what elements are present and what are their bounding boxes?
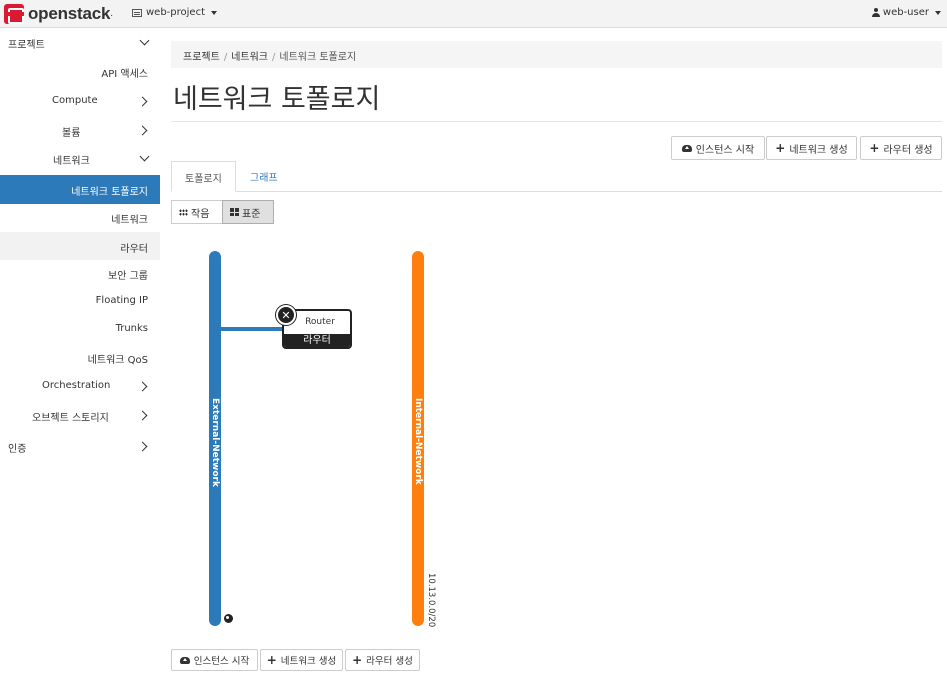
sidebar-item-volume[interactable]: 볼륨 [0, 117, 160, 143]
sidebar-item-project[interactable]: 프로젝트 [0, 28, 160, 56]
create-network-label: 네트워크 생성 [280, 656, 337, 667]
sidebar-item-label: 볼륨 [62, 128, 81, 139]
openstack-logo[interactable]: openstack. [4, 3, 113, 25]
breadcrumb-item-network[interactable]: 네트워크 [231, 52, 268, 63]
caret-down-icon [935, 10, 941, 15]
sidebar-item-compute[interactable]: Compute [0, 88, 160, 114]
breadcrumb: 프로젝트 / 네트워크 / 네트워크 토폴로지 [171, 41, 942, 68]
sidebar-item-label: Floating IP [95, 295, 148, 306]
sidebar-item-network-topology[interactable]: 네트워크 토폴로지 [0, 175, 160, 204]
router-icon: ✕ [276, 305, 296, 325]
create-router-button[interactable]: + 라우터 생성 [860, 136, 942, 160]
router-type-label: 라우터 [284, 334, 350, 347]
sidebar-item-security-groups[interactable]: 보안 그룹 [0, 260, 160, 288]
user-icon [871, 8, 880, 17]
header-divider [171, 121, 942, 122]
normal-view-toggle[interactable]: 표준 [222, 200, 274, 224]
create-network-label: 네트워크 생성 [789, 144, 848, 156]
create-router-button-bottom[interactable]: + 라우터 생성 [345, 649, 420, 671]
launch-instance-label: 인스턴스 시작 [193, 656, 250, 667]
breadcrumb-item-current: 네트워크 토폴로지 [279, 52, 357, 63]
cloud-upload-icon [681, 144, 692, 152]
sidebar-item-floating-ip[interactable]: Floating IP [0, 288, 160, 316]
sidebar: 프로젝트 API 액세스 Compute 볼륨 네트워크 네트워크 토폴로지 네… [0, 28, 160, 680]
breadcrumb-separator: / [223, 52, 228, 63]
sidebar-item-routers[interactable]: 라우터 [0, 232, 160, 260]
sidebar-item-label: 오브젝트 스토리지 [32, 413, 109, 424]
sidebar-item-label: Orchestration [42, 380, 111, 391]
chevron-down-icon [139, 151, 150, 162]
small-view-label: 작음 [191, 208, 210, 220]
create-router-label: 라우터 생성 [883, 144, 933, 156]
sidebar-item-label: 인증 [8, 444, 27, 455]
sidebar-item-label: Trunks [115, 323, 148, 334]
launch-instance-button-bottom[interactable]: 인스턴스 시작 [171, 649, 258, 671]
sidebar-item-label: 네트워크 [111, 215, 148, 226]
create-network-button-bottom[interactable]: + 네트워크 생성 [260, 649, 343, 671]
chevron-right-icon [137, 96, 148, 107]
project-dropdown[interactable]: web-project [132, 7, 217, 18]
chevron-right-icon [137, 410, 148, 421]
sidebar-item-label: API 액세스 [101, 69, 148, 80]
tab-topology[interactable]: 토폴로지 [171, 161, 236, 192]
create-router-label: 라우터 생성 [366, 656, 413, 667]
sidebar-item-network[interactable]: 네트워크 [0, 145, 160, 171]
view-tabs: 토폴로지 그래프 [171, 161, 942, 192]
sidebar-item-api-access[interactable]: API 액세스 [0, 58, 160, 84]
sidebar-item-identity[interactable]: 인증 [0, 432, 160, 460]
logo-text: openstack [28, 4, 111, 23]
caret-down-icon [211, 10, 217, 15]
sidebar-item-orchestration[interactable]: Orchestration [0, 373, 160, 401]
page-title: 네트워크 토폴로지 [173, 84, 381, 115]
internal-network-label[interactable]: Internal-Network [413, 398, 423, 485]
sidebar-item-label: 네트워크 토폴로지 [71, 187, 148, 198]
normal-view-label: 표준 [242, 208, 261, 220]
chevron-right-icon [137, 125, 148, 136]
sidebar-item-label: 네트워크 QoS [87, 355, 148, 366]
sidebar-item-label: 네트워크 [53, 156, 90, 167]
plus-icon: + [775, 141, 786, 155]
small-view-toggle[interactable]: 작음 [171, 200, 223, 224]
sidebar-item-networks[interactable]: 네트워크 [0, 204, 160, 232]
globe-icon [224, 614, 233, 623]
project-icon [132, 8, 142, 17]
launch-instance-label: 인스턴스 시작 [695, 144, 755, 156]
chevron-right-icon [137, 381, 148, 392]
th-large-icon [230, 208, 239, 216]
chevron-down-icon [139, 35, 150, 46]
user-menu[interactable]: web-user [871, 7, 941, 18]
create-network-button[interactable]: + 네트워크 생성 [766, 136, 857, 160]
chevron-right-icon [137, 441, 148, 452]
plus-icon: + [869, 141, 880, 155]
user-name: web-user [882, 7, 929, 18]
sidebar-item-trunks[interactable]: Trunks [0, 316, 160, 344]
topology-canvas: External-Network Internal-Network 10.13.… [171, 240, 571, 640]
breadcrumb-item-project[interactable]: 프로젝트 [183, 52, 220, 63]
launch-instance-button[interactable]: 인스턴스 시작 [671, 136, 765, 160]
top-navbar: openstack. web-project web-user [0, 0, 947, 28]
router-link-line [221, 327, 283, 331]
logo-registered-mark: . [110, 9, 114, 19]
openstack-logo-icon [4, 4, 24, 24]
tab-graph[interactable]: 그래프 [237, 161, 291, 192]
plus-icon: + [266, 653, 277, 667]
internal-network-cidr: 10.13.0.0/20 [426, 573, 436, 628]
sidebar-item-label: 라우터 [120, 244, 148, 255]
sidebar-item-label: Compute [52, 95, 98, 106]
plus-icon: + [352, 653, 363, 667]
cloud-upload-icon [179, 656, 190, 664]
sidebar-item-network-qos[interactable]: 네트워크 QoS [0, 344, 160, 372]
external-network-label[interactable]: External-Network [210, 398, 220, 487]
sidebar-item-label: 프로젝트 [8, 40, 45, 51]
breadcrumb-separator: / [272, 52, 276, 63]
sidebar-item-label: 보안 그룹 [108, 271, 148, 282]
sidebar-item-object-storage[interactable]: 오브젝트 스토리지 [0, 402, 160, 430]
th-icon [179, 208, 188, 216]
project-name: web-project [146, 7, 205, 18]
